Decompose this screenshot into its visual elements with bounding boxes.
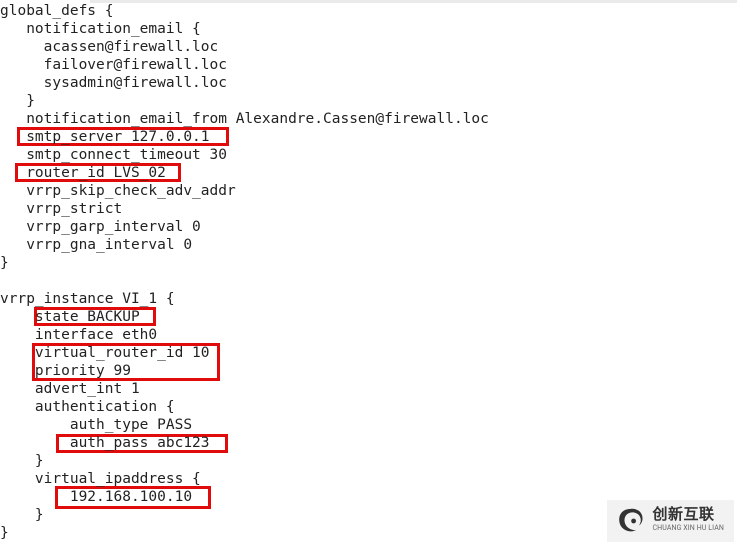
code-line: notification_email_from Alexandre.Cassen… bbox=[0, 110, 737, 128]
code-line: state BACKUP bbox=[0, 308, 737, 326]
code-line: global_defs { bbox=[0, 2, 737, 20]
code-line: router_id LVS_02 bbox=[0, 164, 737, 182]
code-line: } bbox=[0, 92, 737, 110]
code-line: vrrp_strict bbox=[0, 200, 737, 218]
code-line: vrrp_gna_interval 0 bbox=[0, 236, 737, 254]
watermark-en: CHUANG XIN HU LIAN bbox=[653, 521, 724, 535]
code-line: auth_type PASS bbox=[0, 416, 737, 434]
code-line: vrrp_skip_check_adv_addr bbox=[0, 182, 737, 200]
code-line: vrrp_garp_interval 0 bbox=[0, 218, 737, 236]
code-line bbox=[0, 272, 737, 290]
code-line: auth_pass abc123 bbox=[0, 434, 737, 452]
code-line: authentication { bbox=[0, 398, 737, 416]
watermark-cn: 创新互联 bbox=[653, 507, 724, 521]
code-line: smtp_connect_timeout 30 bbox=[0, 146, 737, 164]
config-file-text: global_defs { notification_email { acass… bbox=[0, 0, 737, 542]
code-line: vrrp_instance VI_1 { bbox=[0, 290, 737, 308]
code-line: priority 99 bbox=[0, 362, 737, 380]
watermark-text: 创新互联 CHUANG XIN HU LIAN bbox=[653, 507, 724, 535]
code-line: sysadmin@firewall.loc bbox=[0, 74, 737, 92]
code-line: advert_int 1 bbox=[0, 380, 737, 398]
code-line: } bbox=[0, 452, 737, 470]
watermark: 创新互联 CHUANG XIN HU LIAN bbox=[607, 500, 734, 542]
code-line: notification_email { bbox=[0, 20, 737, 38]
swirl-icon bbox=[615, 506, 645, 536]
code-line: virtual_router_id 10 bbox=[0, 344, 737, 362]
code-line: virtual_ipaddress { bbox=[0, 470, 737, 488]
code-line: acassen@firewall.loc bbox=[0, 38, 737, 56]
code-line: interface eth0 bbox=[0, 326, 737, 344]
watermark-logo-icon bbox=[615, 506, 645, 536]
code-line: failover@firewall.loc bbox=[0, 56, 737, 74]
code-line: } bbox=[0, 254, 737, 272]
code-line: smtp_server 127.0.0.1 bbox=[0, 128, 737, 146]
